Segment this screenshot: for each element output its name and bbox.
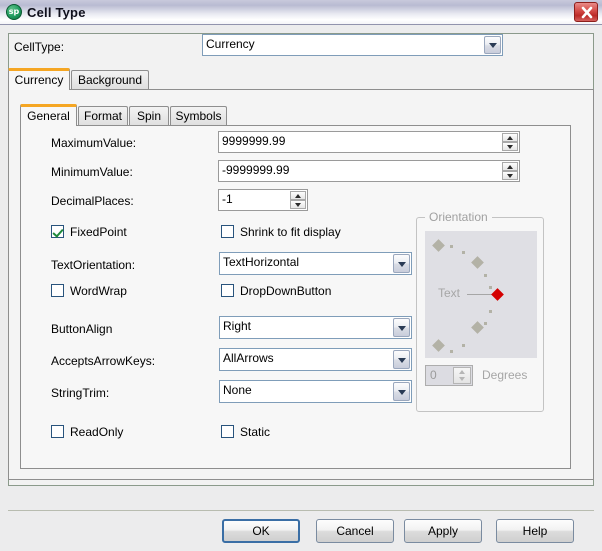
button-align-label: ButtonAlign bbox=[51, 322, 113, 336]
accepts-arrow-keys-select[interactable]: AllArrows bbox=[219, 348, 412, 371]
checkbox-icon[interactable] bbox=[221, 225, 234, 238]
tab-currency[interactable]: Currency bbox=[8, 68, 70, 90]
window-title: Cell Type bbox=[27, 5, 86, 20]
accepts-arrow-keys-label: AcceptsArrowKeys: bbox=[51, 354, 156, 368]
dialog-body: CellType: Currency Currency Background G… bbox=[0, 25, 602, 551]
checkbox-icon[interactable] bbox=[51, 284, 64, 297]
orientation-tick[interactable] bbox=[489, 286, 492, 289]
title-bar: sp Cell Type bbox=[0, 0, 602, 25]
spin-up-icon[interactable] bbox=[290, 191, 306, 200]
read-only-label: ReadOnly bbox=[70, 425, 124, 439]
orientation-tick[interactable] bbox=[450, 350, 453, 353]
orientation-legend: Orientation bbox=[425, 210, 492, 224]
spin-up-icon bbox=[454, 368, 470, 376]
apply-button[interactable]: Apply bbox=[404, 519, 482, 543]
orientation-marker[interactable] bbox=[432, 239, 445, 252]
celltype-value: Currency bbox=[206, 37, 255, 51]
button-align-select[interactable]: Right bbox=[219, 316, 412, 339]
tab-background[interactable]: Background bbox=[71, 70, 149, 90]
cell-type-dialog: sp Cell Type CellType: Currency Currency… bbox=[0, 0, 602, 551]
chevron-down-icon[interactable] bbox=[393, 350, 410, 369]
chevron-down-icon[interactable] bbox=[484, 36, 501, 54]
spin-up-icon[interactable] bbox=[502, 162, 518, 171]
minimum-value-input[interactable]: -9999999.99 bbox=[222, 163, 501, 178]
tab-spin[interactable]: Spin bbox=[129, 106, 169, 126]
orientation-marker[interactable] bbox=[432, 339, 445, 352]
app-icon: sp bbox=[6, 4, 22, 20]
checkbox-icon[interactable] bbox=[221, 425, 234, 438]
degrees-spin-buttons bbox=[453, 367, 471, 384]
help-button[interactable]: Help bbox=[496, 519, 574, 543]
spin-down-icon[interactable] bbox=[290, 200, 306, 209]
maximum-value-spin-buttons[interactable] bbox=[502, 133, 518, 151]
orientation-marker[interactable] bbox=[471, 256, 484, 269]
string-trim-label: StringTrim: bbox=[51, 386, 110, 400]
ok-button[interactable]: OK bbox=[222, 519, 300, 543]
text-orientation-label: TextOrientation: bbox=[51, 258, 136, 272]
string-trim-select[interactable]: None bbox=[219, 380, 412, 403]
orientation-current-marker[interactable] bbox=[491, 288, 504, 301]
chevron-down-icon[interactable] bbox=[393, 254, 410, 273]
tab-format[interactable]: Format bbox=[78, 106, 128, 126]
tab-symbols[interactable]: Symbols bbox=[170, 106, 227, 126]
minimum-value-label: MinimumValue: bbox=[51, 165, 133, 179]
spin-down-icon bbox=[454, 376, 470, 384]
celltype-label: CellType: bbox=[14, 40, 65, 54]
button-align-value: Right bbox=[223, 319, 252, 333]
chevron-down-icon[interactable] bbox=[393, 318, 410, 337]
fixed-point-label: FixedPoint bbox=[70, 225, 127, 239]
orientation-picker[interactable]: Text bbox=[425, 231, 537, 358]
cancel-button[interactable]: Cancel bbox=[316, 519, 394, 543]
close-button[interactable] bbox=[574, 2, 598, 22]
checkbox-checked-icon[interactable] bbox=[51, 225, 64, 238]
close-icon bbox=[581, 6, 593, 19]
static-label: Static bbox=[240, 425, 271, 439]
text-orientation-select[interactable]: TextHorizontal bbox=[219, 252, 412, 275]
degrees-stepper: 0 bbox=[425, 365, 473, 386]
orientation-tick[interactable] bbox=[462, 251, 465, 254]
decimal-places-input[interactable]: -1 bbox=[222, 192, 289, 207]
checkbox-icon[interactable] bbox=[51, 425, 64, 438]
celltype-select[interactable]: Currency bbox=[202, 34, 503, 56]
minimum-value-stepper[interactable]: -9999999.99 bbox=[218, 160, 520, 182]
orientation-tick[interactable] bbox=[484, 274, 487, 277]
orientation-sample-text: Text bbox=[438, 286, 461, 300]
orientation-tick[interactable] bbox=[484, 322, 487, 325]
orientation-tick[interactable] bbox=[489, 310, 492, 313]
orientation-tick[interactable] bbox=[462, 344, 465, 347]
decimal-places-spin-buttons[interactable] bbox=[290, 191, 306, 209]
orientation-group: Orientation Text 0 Degrees bbox=[416, 210, 544, 412]
drop-down-button-label: DropDownButton bbox=[240, 284, 332, 298]
string-trim-value: None bbox=[223, 383, 252, 397]
degrees-label: Degrees bbox=[482, 368, 528, 382]
decimal-places-label: DecimalPlaces: bbox=[51, 194, 134, 208]
chevron-down-icon[interactable] bbox=[393, 382, 410, 401]
shrink-to-fit-label: Shrink to fit display bbox=[240, 225, 341, 239]
tab-general[interactable]: General bbox=[20, 104, 77, 126]
accepts-arrow-keys-value: AllArrows bbox=[223, 351, 274, 365]
spin-down-icon[interactable] bbox=[502, 171, 518, 180]
footer-divider bbox=[8, 510, 594, 511]
maximum-value-input[interactable]: 9999999.99 bbox=[222, 134, 501, 149]
minimum-value-spin-buttons[interactable] bbox=[502, 162, 518, 180]
word-wrap-label: WordWrap bbox=[70, 284, 127, 298]
maximum-value-stepper[interactable]: 9999999.99 bbox=[218, 131, 520, 153]
decimal-places-stepper[interactable]: -1 bbox=[218, 189, 308, 211]
orientation-marker[interactable] bbox=[471, 321, 484, 334]
maximum-value-label: MaximumValue: bbox=[51, 136, 137, 150]
text-orientation-value: TextHorizontal bbox=[223, 255, 300, 269]
checkbox-icon[interactable] bbox=[221, 284, 234, 297]
degrees-value: 0 bbox=[430, 368, 437, 382]
orientation-tick[interactable] bbox=[450, 245, 453, 248]
spin-down-icon[interactable] bbox=[502, 142, 518, 151]
spin-up-icon[interactable] bbox=[502, 133, 518, 142]
